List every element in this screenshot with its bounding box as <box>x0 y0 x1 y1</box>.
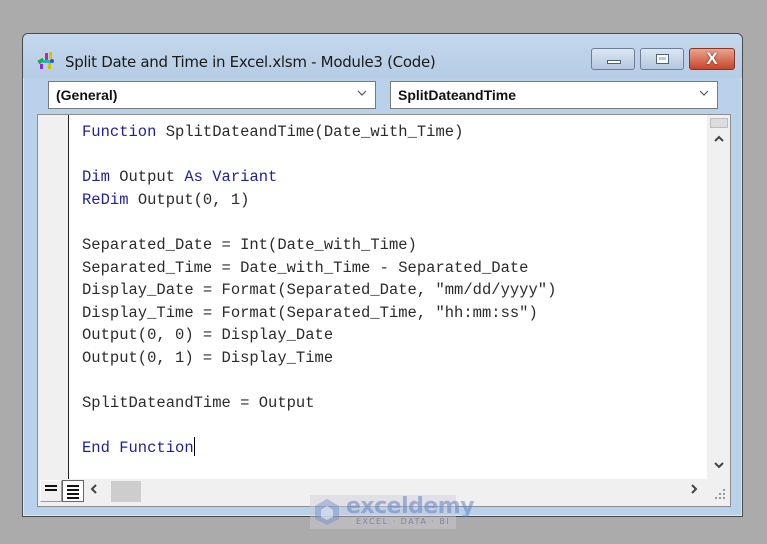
close-button[interactable]: X <box>689 48 735 70</box>
scroll-right-arrow-icon[interactable] <box>690 482 698 499</box>
code-line: Display_Time = Format(Separated_Time, "h… <box>82 303 538 322</box>
full-module-view-button[interactable] <box>62 480 84 502</box>
code-line: Output <box>109 168 185 187</box>
minimize-button[interactable] <box>591 48 635 70</box>
vertical-scrollbar[interactable] <box>707 115 730 479</box>
procedure-view-icon <box>45 485 57 493</box>
text-caret <box>193 437 195 457</box>
maximize-button[interactable] <box>640 48 684 70</box>
object-dropdown[interactable]: (General) <box>48 81 376 109</box>
resize-grip-icon[interactable] <box>713 487 727 501</box>
code-line: Output(0, 0) = Display_Date <box>82 326 334 345</box>
chevron-down-icon <box>357 90 367 96</box>
close-icon: X <box>706 49 718 68</box>
code-line: Output(0, 1) = Display_Time <box>82 348 334 367</box>
keyword: Variant <box>212 168 278 187</box>
code-line: Separated_Date = Int(Date_with_Time) <box>82 235 417 254</box>
scroll-left-arrow-icon[interactable] <box>90 482 98 499</box>
keyword: As <box>184 168 203 187</box>
procedure-view-button[interactable] <box>40 480 62 502</box>
horizontal-scroll-thumb[interactable] <box>111 481 141 502</box>
margin-indicator-bar[interactable] <box>38 115 69 479</box>
procedure-dropdown-value: SplitDateandTime <box>398 87 516 103</box>
keyword: End Function <box>82 439 194 458</box>
keyword: ReDim <box>82 190 129 209</box>
exceldemy-logo-icon <box>315 499 339 525</box>
code-editor[interactable]: Function SplitDateandTime(Date_with_Time… <box>37 114 731 507</box>
title-bar[interactable]: Split Date and Time in Excel.xlsm - Modu… <box>23 34 742 78</box>
object-dropdown-value: (General) <box>56 87 118 103</box>
scroll-down-arrow-icon[interactable] <box>707 457 730 472</box>
code-text[interactable]: Function SplitDateandTime(Date_with_Time… <box>82 121 556 460</box>
code-line: Output(0, 1) <box>128 190 250 209</box>
keyword: Dim <box>82 168 110 187</box>
code-line: Separated_Time = Date_with_Time - Separa… <box>82 258 529 277</box>
procedure-dropdown[interactable]: SplitDateandTime <box>390 81 718 109</box>
vba-code-window: Split Date and Time in Excel.xlsm - Modu… <box>22 33 743 517</box>
code-line: SplitDateandTime(Date_with_Time) <box>156 123 464 141</box>
chevron-down-icon <box>699 90 709 96</box>
vertical-scroll-thumb[interactable] <box>710 118 728 128</box>
window-title: Split Date and Time in Excel.xlsm - Modu… <box>65 53 436 71</box>
vba-project-icon <box>37 52 54 69</box>
keyword: Function <box>82 123 157 141</box>
full-module-view-icon <box>67 485 79 501</box>
maximize-icon <box>656 54 669 64</box>
code-line: SplitDateandTime = Output <box>82 394 315 413</box>
minimize-icon <box>607 60 621 64</box>
scroll-up-arrow-icon[interactable] <box>707 131 730 146</box>
watermark-tagline: EXCEL · DATA · BI <box>356 517 451 526</box>
watermark-name: exceldemy <box>346 494 475 519</box>
watermark: exceldemy EXCEL · DATA · BI <box>310 494 475 529</box>
code-line: Display_Date = Format(Separated_Date, "m… <box>82 281 557 300</box>
